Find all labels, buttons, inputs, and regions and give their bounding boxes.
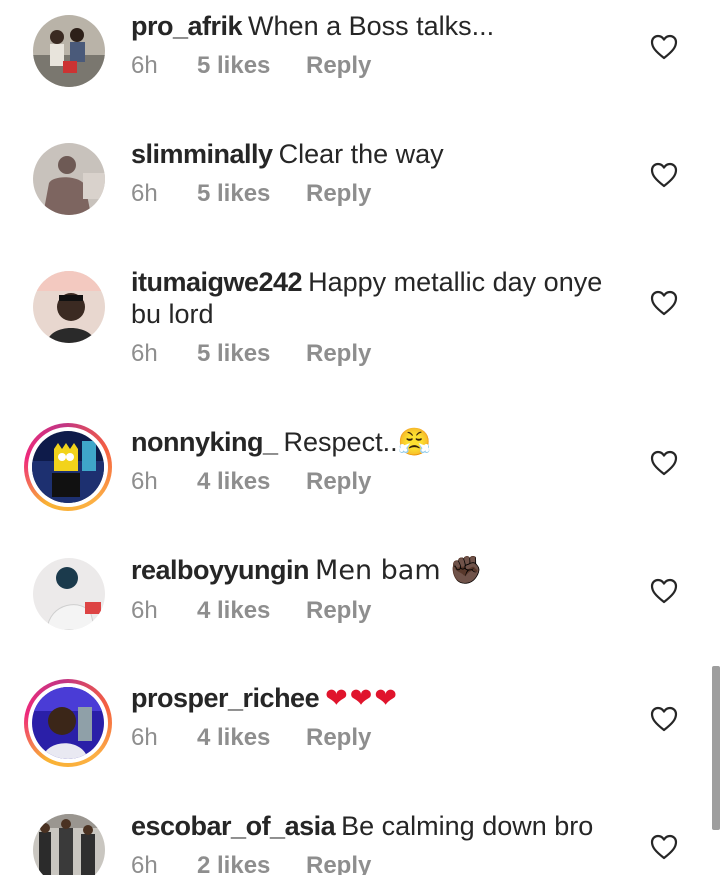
comment-username[interactable]: pro_afrik bbox=[131, 11, 243, 41]
comment-text: ❤❤❤ bbox=[325, 683, 399, 713]
reply-button[interactable]: Reply bbox=[306, 723, 371, 753]
comment-timestamp: 6h bbox=[131, 724, 158, 751]
scrollbar-thumb[interactable] bbox=[712, 666, 720, 830]
comment-timestamp: 6h bbox=[131, 52, 158, 79]
comment-likes-count[interactable]: 5 likes bbox=[197, 339, 306, 369]
reply-button[interactable]: Reply bbox=[306, 851, 371, 875]
avatar[interactable] bbox=[33, 558, 105, 630]
comment-likes-count[interactable]: 5 likes bbox=[197, 179, 306, 209]
avatar bbox=[32, 431, 104, 503]
reply-button[interactable]: Reply bbox=[306, 51, 371, 81]
comment-likes-count[interactable]: 2 likes bbox=[197, 851, 306, 875]
comment-timestamp: 6h bbox=[131, 852, 158, 875]
avatar-story-ring[interactable] bbox=[24, 423, 112, 511]
comments-list: pro_afrik When a Boss talks... 6h 5 likes… bbox=[0, 0, 720, 875]
comment-timestamp: 6h bbox=[131, 597, 158, 624]
reply-button[interactable]: Reply bbox=[306, 339, 371, 369]
avatar-story-ring[interactable] bbox=[24, 679, 112, 767]
heart-outline-icon[interactable] bbox=[650, 34, 678, 60]
comment-username[interactable]: slimminally bbox=[131, 139, 273, 169]
avatar[interactable] bbox=[33, 143, 105, 215]
comment-text: Men bam ✊🏿 bbox=[315, 555, 483, 586]
reply-button[interactable]: Reply bbox=[306, 596, 371, 626]
avatar[interactable] bbox=[33, 15, 105, 87]
comment-likes-count[interactable]: 4 likes bbox=[197, 596, 306, 626]
comment-username[interactable]: realboyyungin bbox=[131, 555, 310, 585]
heart-outline-icon[interactable] bbox=[650, 290, 678, 316]
comment-likes-count[interactable]: 4 likes bbox=[197, 467, 306, 497]
reply-button[interactable]: Reply bbox=[306, 467, 371, 497]
avatar[interactable] bbox=[33, 814, 105, 875]
heart-outline-icon[interactable] bbox=[650, 450, 678, 476]
heart-outline-icon[interactable] bbox=[650, 162, 678, 188]
comment-text: When a Boss talks... bbox=[248, 11, 495, 41]
comment-timestamp: 6h bbox=[131, 180, 158, 207]
comment-username[interactable]: prosper_richee bbox=[131, 683, 320, 713]
heart-outline-icon[interactable] bbox=[650, 706, 678, 732]
comment-username[interactable]: itumaigwe242 bbox=[131, 267, 303, 297]
comment-timestamp: 6h bbox=[131, 340, 158, 367]
comment-text: Be calming down bro bbox=[341, 811, 594, 841]
comment-likes-count[interactable]: 5 likes bbox=[197, 51, 306, 81]
comment-username[interactable]: nonnyking_ bbox=[131, 427, 278, 457]
heart-outline-icon[interactable] bbox=[650, 834, 678, 860]
comment-likes-count[interactable]: 4 likes bbox=[197, 723, 306, 753]
comment-timestamp: 6h bbox=[131, 468, 158, 495]
avatar[interactable] bbox=[33, 271, 105, 343]
comment-text: Respect..😤 bbox=[283, 427, 432, 457]
heart-outline-icon[interactable] bbox=[650, 578, 678, 604]
avatar bbox=[32, 687, 104, 759]
reply-button[interactable]: Reply bbox=[306, 179, 371, 209]
comment-username[interactable]: escobar_of_asia bbox=[131, 811, 336, 841]
comment-text: Clear the way bbox=[278, 139, 444, 169]
